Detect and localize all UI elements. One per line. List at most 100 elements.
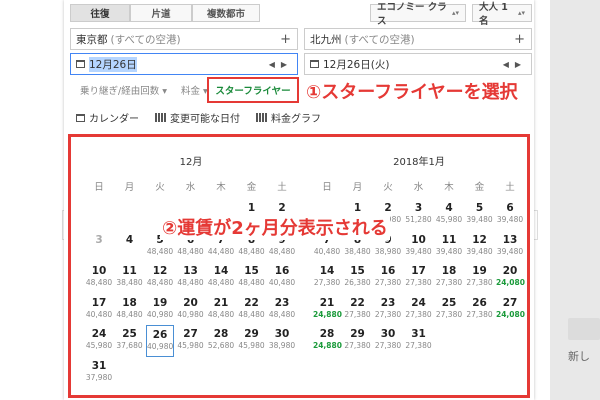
calendar-day[interactable]: 20 40,980 [177,294,205,326]
day-price: 37,980 [85,372,113,382]
calendar-day[interactable]: 14 48,480 [207,262,235,294]
page-background-left [0,0,64,400]
day-number: 28 [213,328,229,340]
calendar-day[interactable]: 3 51,280 [405,199,433,231]
calendar-day[interactable]: 21 24,880 [313,294,342,326]
calendar-day[interactable]: 13 48,480 [177,262,205,294]
day-price: 48,480 [238,309,265,319]
day-number: 29 [350,328,365,340]
calendar-day[interactable]: 31 27,380 [405,325,433,357]
calendar-icon [76,60,85,68]
calendar-day[interactable]: 23 48,480 [268,294,296,326]
calendar-day[interactable]: 12 48,480 [146,262,174,294]
calendar-day[interactable]: 12 39,480 [466,231,494,263]
calendar-day[interactable]: 24 45,980 [85,325,113,357]
calendar-day[interactable]: 19 27,380 [466,262,494,294]
calendar-day[interactable]: 5 39,480 [466,199,494,231]
calendar-day[interactable]: 17 40,480 [85,294,113,326]
calendar-day[interactable]: 20 24,080 [496,262,525,294]
return-date-field[interactable]: 12月26日(火) ◀▶ [304,53,532,75]
trip-type-multicity[interactable]: 複数都市 [192,4,260,22]
airline-filter-star-flyer[interactable]: スターフライヤー [207,77,299,103]
annotation-select-star-flyer: ①スターフライヤーを選択 [306,78,518,104]
calendar-day[interactable]: 30 27,380 [374,325,402,357]
weekday-label: 土 [277,182,287,193]
day-price: 27,380 [374,278,402,287]
day-number: 17 [91,296,107,309]
add-origin-icon[interactable]: + [280,32,291,47]
calendar-day[interactable]: 26 27,380 [466,294,494,326]
day-number: 12 [472,233,487,246]
calendar-day[interactable]: 18 48,480 [116,294,144,326]
calendar-day[interactable]: 27 24,080 [496,294,525,326]
calendar-day[interactable]: 16 27,380 [374,262,402,294]
calendar-day[interactable]: 25 27,380 [435,294,463,326]
filter-price[interactable]: 料金 ▾ [181,83,208,97]
origin-field[interactable]: 東京都 (すべての空港) + [70,28,298,50]
calendar-day[interactable]: 17 27,380 [405,262,433,294]
date-nav-arrows-icon[interactable]: ◀▶ [503,60,527,69]
calendar-day[interactable]: 10 48,480 [85,262,113,294]
calendar-day[interactable]: 28 24,880 [313,325,342,357]
calendar-day[interactable]: 13 39,480 [496,231,524,263]
calendar-day[interactable]: 6 39,480 [496,199,524,231]
calendar-day[interactable]: 29 45,980 [238,325,266,357]
calendar-day[interactable]: 15 48,480 [238,262,266,294]
tab-price-graph[interactable]: 料金グラフ [256,110,321,125]
calendar-day[interactable]: 31 37,980 [85,357,113,389]
add-destination-icon[interactable]: + [514,32,525,47]
calendar-day[interactable]: 4 45,980 [435,199,463,231]
calendar-day[interactable]: 29 27,380 [344,325,372,357]
calendar-day[interactable]: 25 37,680 [116,325,144,357]
calendar-day[interactable]: 23 27,380 [374,294,402,326]
calendar-day[interactable]: 4 [116,231,144,263]
tab-flexible-dates[interactable]: 変更可能な日付 [155,110,240,125]
day-price: 48,480 [85,278,113,287]
calendar-day[interactable]: 10 39,480 [405,231,433,263]
calendar-day[interactable]: 3 [85,231,113,263]
filter-stops[interactable]: 乗り継ぎ/経由回数 ▾ [80,83,167,97]
passenger-dropdown[interactable]: 大人 1 名 ▴▾ [472,2,532,27]
trip-type-roundtrip[interactable]: 往復 [70,4,130,22]
day-price: 27,380 [405,309,432,319]
day-price: 39,480 [405,246,432,256]
day-number: 15 [350,265,365,277]
calendar-day[interactable]: 26 40,980 [146,325,174,357]
day-number: 22 [244,296,259,309]
day-number: 18 [122,296,137,309]
calendar-day[interactable]: 11 38,480 [116,262,144,294]
day-number: 1 [247,202,256,214]
day-price: 26,380 [344,278,371,287]
calendar-day[interactable]: 22 48,480 [238,294,266,326]
day-number: 30 [274,328,290,340]
day-number: 11 [441,233,457,246]
calendar-day[interactable]: 15 26,380 [344,262,372,294]
calendar-day[interactable]: 24 27,380 [405,294,433,326]
trip-type-oneway[interactable]: 片道 [130,4,192,22]
calendar-day[interactable]: 28 52,680 [207,325,235,357]
destination-field[interactable]: 北九州 (すべての空港) + [304,28,532,50]
day-number: 24 [91,328,107,340]
calendar-day[interactable]: 11 39,480 [435,231,463,263]
calendar-day[interactable]: 19 40,980 [146,294,174,326]
day-number: 4 [445,202,453,214]
calendar-day[interactable]: 14 27,380 [313,262,341,294]
depart-date-field[interactable]: 12月26日 ◀▶ [70,53,298,75]
day-number: 21 [319,296,335,309]
calendar-day[interactable]: 30 38,980 [268,325,296,357]
tab-flexible-dates-label: 変更可能な日付 [170,114,240,125]
calendar-day[interactable]: 21 48,480 [207,294,235,326]
tab-calendar[interactable]: カレンダー [76,110,139,125]
weekday-label: 木 [216,182,226,193]
day-number: 24 [411,296,426,309]
calendar-day[interactable]: 22 27,380 [344,294,372,326]
day-number: 13 [183,265,198,277]
date-nav-arrows-icon[interactable]: ◀▶ [269,60,293,69]
calendar-day[interactable]: 27 45,980 [177,325,205,357]
day-number: 13 [502,233,518,246]
calendar-day[interactable]: 16 40,480 [268,262,296,294]
calendar-day[interactable]: 18 27,380 [435,262,463,294]
cabin-class-dropdown[interactable]: エコノミー クラス ▴▾ [370,2,466,27]
bar-chart-icon [256,113,267,122]
day-price: 39,480 [496,246,524,256]
